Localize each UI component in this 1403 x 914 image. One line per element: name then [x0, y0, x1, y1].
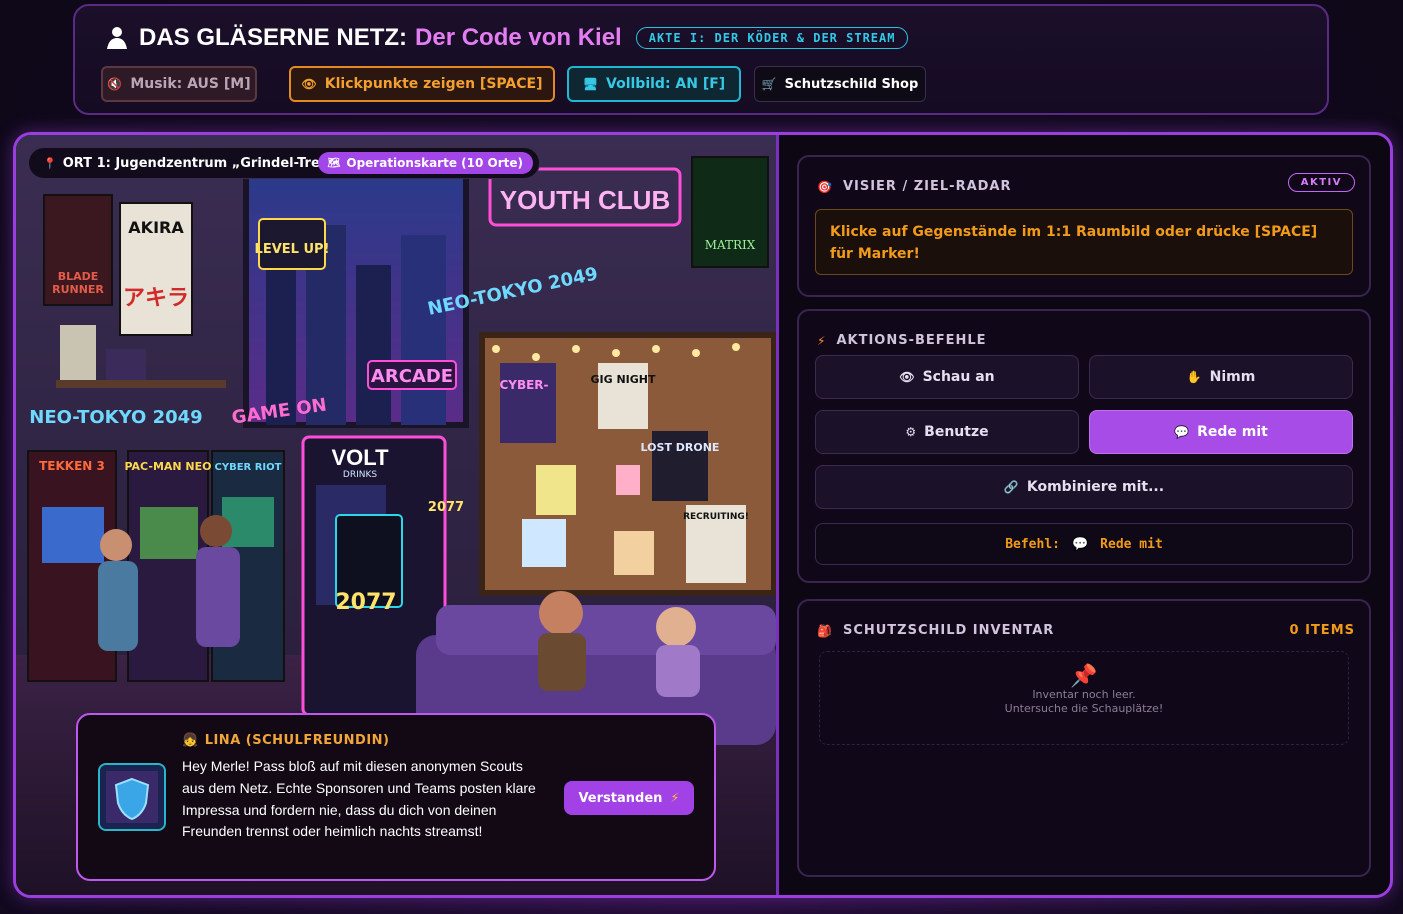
command-line: Befehl: 💬 Rede mit: [815, 523, 1353, 565]
use-label: Benutze: [924, 424, 989, 440]
level-up-sign: LEVEL UP!: [255, 242, 330, 257]
svg-text:2077: 2077: [335, 590, 396, 615]
act-badge: AKTE I: DER KÖDER & DER STREAM: [635, 27, 909, 49]
svg-text:GIG NIGHT: GIG NIGHT: [590, 373, 656, 386]
svg-text:CYBER-: CYBER-: [499, 378, 548, 392]
title-row: DAS GLÄSERNE NETZ: Der Code von Kiel AKT…: [105, 24, 909, 52]
game-frame: BLADE RUNNER AKIRA アキラ MATRIX YOUTH CLUB…: [13, 132, 1393, 898]
kid-at-arcade-2[interactable]: [196, 547, 240, 647]
speech-bubble-icon: 💬: [1174, 425, 1190, 439]
combine-button[interactable]: 🔗 Kombiniere mit...: [815, 465, 1353, 509]
music-toggle-label: Musik: AUS [M]: [130, 76, 251, 92]
take-label: Nimm: [1209, 369, 1256, 385]
svg-text:LOST DRONE: LOST DRONE: [641, 441, 720, 454]
room-scene[interactable]: BLADE RUNNER AKIRA アキラ MATRIX YOUTH CLUB…: [16, 135, 776, 895]
location-label: 📍 ORT 1: Jugendzentrum „Grindel-Tref...: [43, 155, 340, 171]
svg-text:MATRIX: MATRIX: [705, 238, 756, 252]
visier-panel: 🎯 VISIER / ZIEL-RADAR AKTIV Klicke auf G…: [797, 155, 1371, 297]
shield-icon: [100, 765, 164, 829]
inventory-count: 0 ITEMS: [1289, 623, 1355, 638]
visier-message: Klicke auf Gegenstände im 1:1 Raumbild o…: [815, 209, 1353, 275]
combine-label: Kombiniere mit...: [1026, 479, 1165, 495]
cart-icon: 🛒: [761, 77, 777, 91]
map-pin-icon: 📍: [43, 156, 57, 170]
fullscreen-toggle-button[interactable]: 🖥 Vollbild: AN [F]: [567, 66, 741, 102]
command-label: Befehl:: [1005, 536, 1060, 552]
lightning-icon: ⚡: [817, 333, 827, 348]
speaker-portrait: [98, 763, 166, 831]
actions-panel: ⚡ AKTIONS-BEFEHLE 👁 Schau an ✋ Nimm ⚙ Be…: [797, 309, 1371, 583]
kid-at-arcade-1[interactable]: [98, 561, 138, 651]
pushpin-icon: 📌: [1070, 664, 1098, 689]
detective-icon: [107, 27, 127, 49]
visier-title: 🎯 VISIER / ZIEL-RADAR: [817, 179, 1012, 194]
monitor-icon: 🖥: [582, 77, 599, 91]
energy-can-label: 2077: [428, 500, 464, 515]
inventory-empty-line2: Untersuche die Schauplätze!: [1004, 702, 1164, 715]
arcade-sign: ARCADE: [371, 366, 453, 387]
inventory-empty-slot: 📌 Inventar noch leer. Untersuche die Sch…: [819, 651, 1349, 745]
dialog-text: Hey Merle! Pass bloß auf mit diesen anon…: [182, 758, 536, 840]
understood-label: Verstanden: [578, 790, 663, 806]
link-icon: 🔗: [1003, 480, 1019, 494]
inventory-panel: 🎒 SCHUTZSCHILD INVENTAR 0 ITEMS 📌 Invent…: [797, 599, 1371, 877]
take-button[interactable]: ✋ Nimm: [1089, 355, 1353, 399]
target-icon: 🎯: [817, 179, 833, 194]
look-at-label: Schau an: [922, 369, 995, 385]
svg-text:CYBER RIOT: CYBER RIOT: [215, 462, 282, 473]
music-toggle-button[interactable]: 🔇 Musik: AUS [M]: [101, 66, 257, 102]
svg-text:AKIRA: AKIRA: [128, 218, 184, 237]
operations-map-label: Operationskarte (10 Orte): [346, 156, 523, 170]
use-button[interactable]: ⚙ Benutze: [815, 410, 1079, 454]
talk-to-button[interactable]: 💬 Rede mit: [1089, 410, 1353, 454]
hotspots-toggle-button[interactable]: 👁 Klickpunkte zeigen [SPACE]: [289, 66, 555, 102]
understood-button[interactable]: Verstanden ⚡: [564, 781, 694, 815]
gear-icon: ⚙: [905, 425, 917, 439]
girl-icon: 👧: [182, 733, 199, 748]
shop-label: Schutzschild Shop: [784, 76, 919, 92]
operations-map-button[interactable]: 🗺 Operationskarte (10 Orte): [317, 152, 533, 174]
svg-text:PAC-MAN NEO: PAC-MAN NEO: [124, 460, 211, 473]
location-bar: 📍 ORT 1: Jugendzentrum „Grindel-Tref... 🗺…: [28, 147, 540, 179]
svg-text:DRINKS: DRINKS: [343, 470, 377, 480]
map-icon: 🗺: [327, 157, 341, 169]
lightning-icon: ⚡: [670, 790, 680, 806]
svg-text:RUNNER: RUNNER: [52, 283, 104, 296]
neo-tokyo-graffiti-left: NEO-TOKYO 2049: [29, 407, 202, 428]
page-subtitle: Der Code von Kiel: [415, 24, 622, 51]
hand-icon: ✋: [1186, 370, 1202, 384]
eye-icon: 👁: [899, 370, 915, 384]
hotspots-toggle-label: Klickpunkte zeigen [SPACE]: [324, 76, 543, 92]
boy-on-sofa[interactable]: [538, 633, 586, 691]
talk-to-label: Rede mit: [1197, 424, 1268, 440]
inventory-title: 🎒 SCHUTZSCHILD INVENTAR: [817, 623, 1055, 638]
youth-club-sign: YOUTH CLUB: [500, 185, 670, 215]
shop-button[interactable]: 🛒 Schutzschild Shop: [754, 66, 926, 102]
svg-text:アキラ: アキラ: [123, 286, 189, 311]
eye-icon: 👁: [301, 77, 317, 91]
inventory-empty-line1: Inventar noch leer.: [1032, 688, 1136, 701]
speaker-muted-icon: 🔇: [107, 77, 123, 91]
svg-text:VOLT: VOLT: [331, 445, 389, 470]
svg-text:BLADE: BLADE: [58, 270, 99, 283]
speech-bubble-icon: 💬: [1071, 536, 1089, 552]
dialog-box: 👧 LINA (SCHULFREUNDIN) Hey Merle! Pass bl…: [76, 713, 716, 881]
look-at-button[interactable]: 👁 Schau an: [815, 355, 1079, 399]
fullscreen-toggle-label: Vollbild: AN [F]: [606, 76, 726, 92]
speaker-name: 👧 LINA (SCHULFREUNDIN): [182, 733, 390, 748]
visier-status-badge: AKTIV: [1287, 173, 1355, 192]
backpack-icon: 🎒: [817, 623, 833, 638]
svg-text:RECRUITING!: RECRUITING!: [683, 512, 749, 522]
actions-title: ⚡ AKTIONS-BEFEHLE: [817, 333, 987, 348]
svg-text:TEKKEN 3: TEKKEN 3: [39, 459, 105, 473]
lina-character[interactable]: [656, 645, 700, 697]
page-title: DAS GLÄSERNE NETZ:: [139, 24, 408, 51]
top-bar: DAS GLÄSERNE NETZ: Der Code von Kiel AKT…: [73, 4, 1329, 115]
command-value: Rede mit: [1100, 536, 1163, 552]
